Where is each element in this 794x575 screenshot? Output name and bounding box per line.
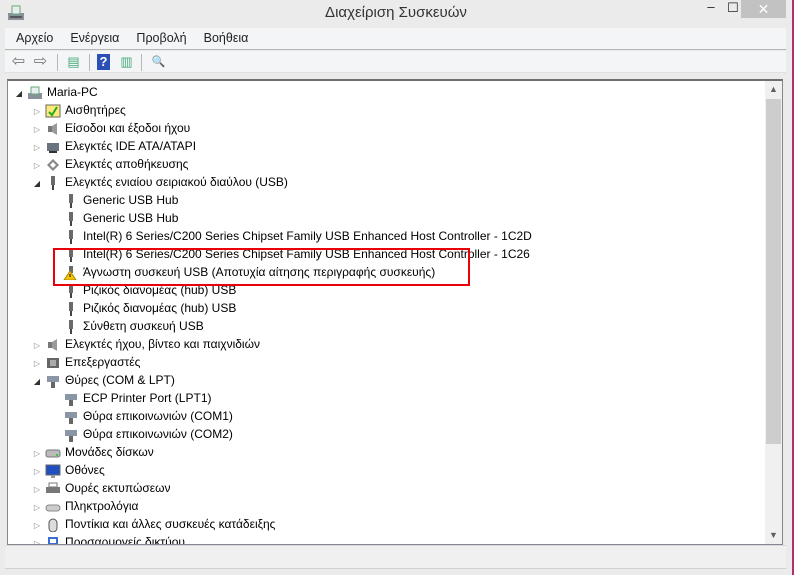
tree-item[interactable]: ▷ Είσοδοι και έξοδοι ήχου — [32, 119, 190, 137]
ide-icon — [45, 140, 61, 154]
tree-item[interactable]: Θύρα επικοινωνιών (COM1) — [50, 407, 233, 425]
usb-icon — [63, 229, 79, 244]
tree-item-label: Ουρές εκτυπώσεων — [65, 481, 171, 495]
port-icon — [45, 374, 61, 388]
collapse-arrow-icon[interactable]: ◢ — [32, 373, 42, 391]
back-icon[interactable]: ⇦ — [10, 54, 27, 70]
tree-item[interactable]: ▷ Ουρές εκτυπώσεων — [32, 479, 171, 497]
tree-item[interactable]: Ριζικός διανομέας (hub) USB — [50, 299, 236, 317]
port-icon — [63, 410, 79, 424]
menu-bar: Αρχείο Ενέργεια Προβολή Βοήθεια — [5, 28, 786, 50]
tree-item-label: Intel(R) 6 Series/C200 Series Chipset Fa… — [83, 229, 532, 243]
window-title: Διαχείριση Συσκευών — [325, 4, 467, 21]
tree-item[interactable]: ▷ Μονάδες δίσκων — [32, 443, 154, 461]
menu-action[interactable]: Ενέργεια — [59, 28, 125, 45]
tree-item[interactable]: ◢ Maria-PC — [14, 83, 98, 101]
tree-item[interactable]: ▷ Πληκτρολόγια — [32, 497, 139, 515]
expand-arrow-icon[interactable]: ▷ — [32, 535, 42, 544]
toolbar-separator — [57, 54, 58, 71]
toolbar-separator — [141, 54, 142, 71]
menu-view[interactable]: Προβολή — [125, 28, 192, 45]
tree-item[interactable]: Generic USB Hub — [50, 191, 178, 209]
speaker-icon — [45, 338, 61, 352]
tree-item[interactable]: ▷ Ποντίκια και άλλες συσκευές κατάδειξης — [32, 515, 275, 533]
tree-item-label: Ελεγκτές ενιαίου σειριακού διαύλου (USB) — [65, 175, 288, 189]
computer-icon — [27, 86, 43, 100]
network-icon — [45, 536, 61, 544]
close-button[interactable]: ✕ — [741, 0, 786, 18]
tree-item-label: Οθόνες — [65, 463, 105, 477]
tree-item[interactable]: Generic USB Hub — [50, 209, 178, 227]
tree-item-label: Ποντίκια και άλλες συσκευές κατάδειξης — [65, 517, 276, 531]
usb-icon — [63, 319, 79, 334]
storage-icon — [45, 158, 61, 172]
scroll-up-arrow[interactable]: ▲ — [765, 81, 782, 98]
usb-icon — [45, 175, 61, 190]
toolbar: ⇦ ⇨ ▤ ? ▥ 🔍 — [5, 51, 786, 73]
tree-item-label: Θύρες (COM & LPT) — [65, 373, 175, 387]
tree-item[interactable]: Intel(R) 6 Series/C200 Series Chipset Fa… — [50, 227, 532, 245]
tree-item-label: Θύρα επικοινωνιών (COM1) — [83, 409, 233, 423]
tree-item-label: Αισθητήρες — [65, 103, 126, 117]
menu-file[interactable]: Αρχείο — [5, 28, 59, 45]
tree-item-label: Ελεγκτές ήχου, βίντεο και παιχνιδιών — [65, 337, 260, 351]
monitor-icon — [45, 464, 61, 478]
tree-item-label: Ελεγκτές IDE ATA/ATAPI — [65, 139, 197, 153]
tree-item-label: Είσοδοι και έξοδοι ήχου — [65, 121, 191, 135]
tree-item[interactable]: Σύνθετη συσκευή USB — [50, 317, 204, 335]
action-pane-icon[interactable]: ▥ — [118, 54, 135, 70]
tree-item-label: Θύρα επικοινωνιών (COM2) — [83, 427, 233, 441]
tree-item[interactable]: ▷ Οθόνες — [32, 461, 105, 479]
tree-item-label: Generic USB Hub — [83, 193, 179, 207]
tree-item[interactable]: ▷ Αισθητήρες — [32, 101, 126, 119]
tree-item-label: Maria-PC — [47, 85, 98, 99]
usb-icon — [63, 301, 79, 316]
status-bar — [5, 545, 786, 569]
tree-item[interactable]: ▷ Επεξεργαστές — [32, 353, 140, 371]
tree-item-label: Ελεγκτές αποθήκευσης — [65, 157, 189, 171]
scan-hardware-icon[interactable]: 🔍 — [150, 54, 167, 70]
tree-item[interactable]: ECP Printer Port (LPT1) — [50, 389, 211, 407]
collapse-arrow-icon[interactable]: ◢ — [32, 175, 42, 193]
tree-item-label: Πληκτρολόγια — [65, 499, 139, 513]
tree-item[interactable]: ▷ Προσαρμογείς δικτύου — [32, 533, 185, 545]
tree-item[interactable]: ▷ Ελεγκτές IDE ATA/ATAPI — [32, 137, 196, 155]
disk-icon — [45, 446, 61, 460]
collapse-arrow-icon[interactable]: ◢ — [14, 85, 24, 103]
tree-item[interactable]: ◢ Ελεγκτές ενιαίου σειριακού διαύλου (USB… — [32, 173, 288, 191]
cpu-icon — [45, 356, 61, 370]
tree-item-label: Σύνθετη συσκευή USB — [83, 319, 204, 333]
show-hide-console-tree-icon[interactable]: ▤ — [65, 54, 82, 70]
highlight-box — [53, 248, 470, 286]
port-icon — [63, 392, 79, 406]
usb-icon — [63, 193, 79, 208]
usb-icon — [63, 211, 79, 226]
tree-item[interactable]: ▷ Ελεγκτές αποθήκευσης — [32, 155, 188, 173]
forward-icon[interactable]: ⇨ — [32, 54, 49, 70]
sensor-icon — [45, 104, 61, 118]
tree-item-label: Επεξεργαστές — [65, 355, 141, 369]
tree-item-label: Προσαρμογείς δικτύου — [65, 535, 185, 545]
scroll-thumb[interactable] — [766, 99, 781, 444]
keyboard-icon — [45, 500, 61, 514]
tree-item-label: Μονάδες δίσκων — [65, 445, 154, 459]
tree-item-label: Ριζικός διανομέας (hub) USB — [83, 301, 237, 315]
tree-item[interactable]: Θύρα επικοινωνιών (COM2) — [50, 425, 233, 443]
vertical-scrollbar[interactable]: ▲ ▼ — [765, 81, 782, 544]
device-tree[interactable]: ◢ Maria-PC ▷ Αισθητήρες ▷ Είσοδοι και έξοδοι … — [7, 79, 783, 545]
scroll-down-arrow[interactable]: ▼ — [765, 527, 782, 544]
speaker-icon — [45, 122, 61, 136]
tree-item[interactable]: ◢ Θύρες (COM & LPT) — [32, 371, 175, 389]
help-icon[interactable]: ? — [97, 54, 110, 70]
tree-item-label: ECP Printer Port (LPT1) — [83, 391, 212, 405]
tree-item[interactable]: ▷ Ελεγκτές ήχου, βίντεο και παιχνιδιών — [32, 335, 260, 353]
menu-help[interactable]: Βοήθεια — [193, 28, 255, 45]
toolbar-separator — [89, 54, 90, 71]
title-bar: Διαχείριση Συσκευών – ☐ ✕ — [0, 0, 792, 27]
mouse-icon — [45, 518, 61, 533]
tree-item-label: Generic USB Hub — [83, 211, 179, 225]
port-icon — [63, 428, 79, 442]
printer-icon — [45, 482, 61, 496]
